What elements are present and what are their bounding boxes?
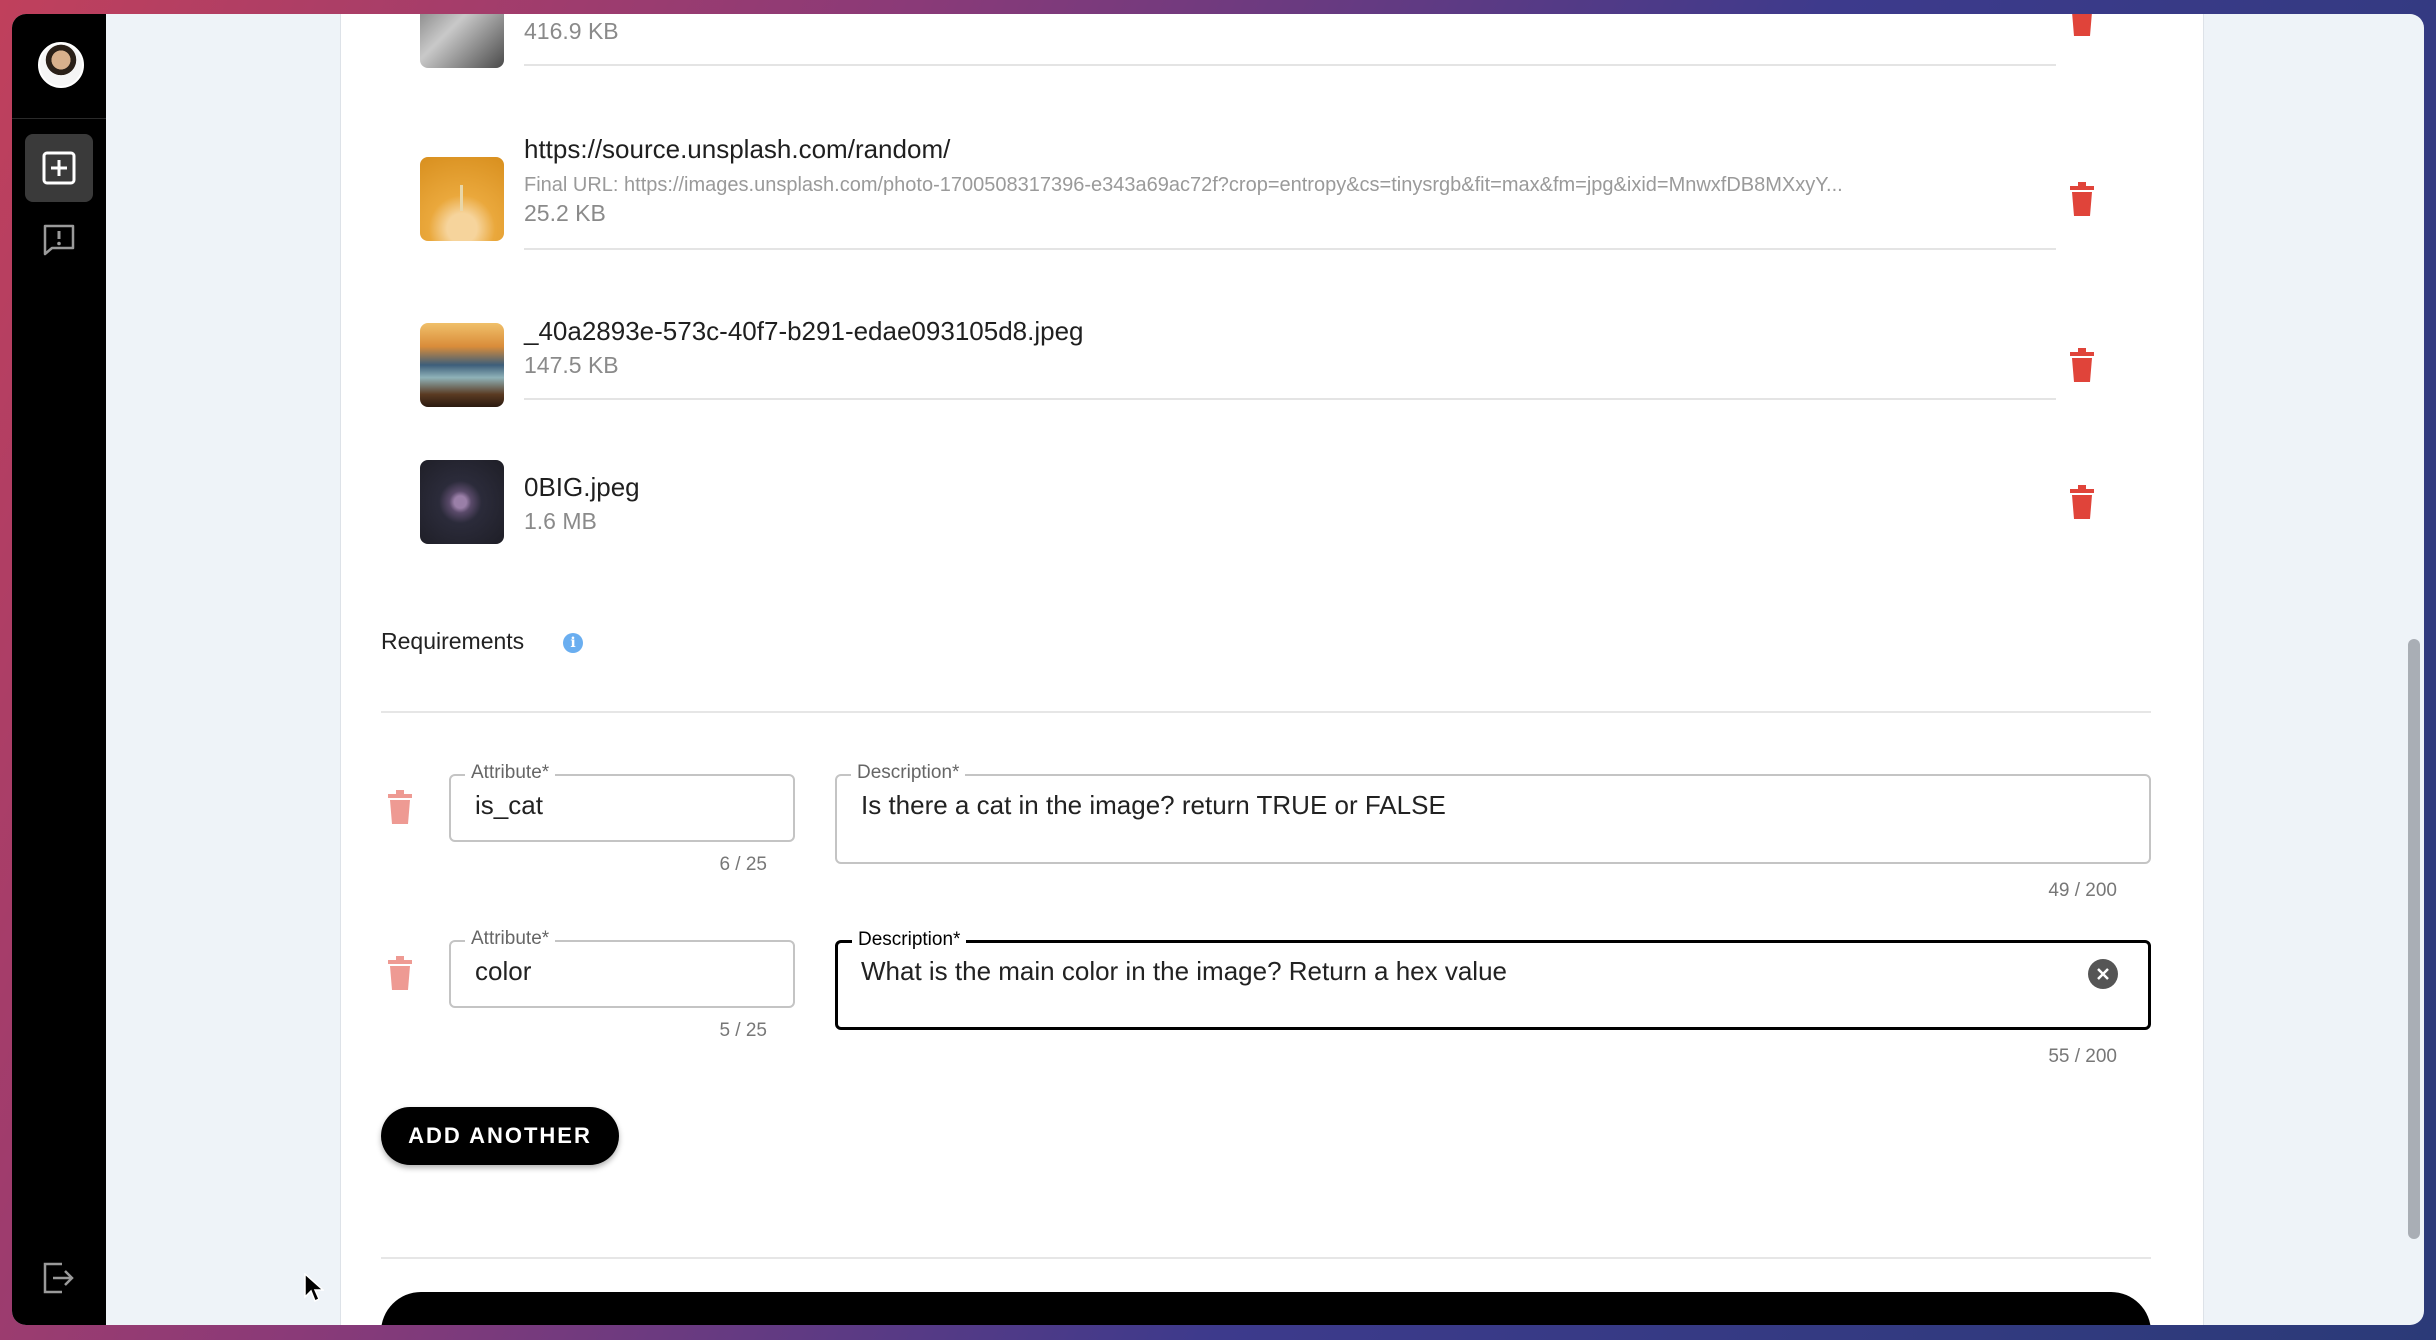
attribute-char-count: 6 / 25 <box>719 854 767 875</box>
trash-icon[interactable] <box>2068 348 2096 382</box>
feedback-button[interactable] <box>25 206 93 274</box>
file-divider <box>524 398 2056 400</box>
scrollbar[interactable] <box>2402 14 2424 1325</box>
file-size: 25.2 KB <box>524 200 606 226</box>
logout-icon <box>43 1262 74 1294</box>
description-value: Is there a cat in the image? return TRUE… <box>861 790 1446 820</box>
feedback-icon <box>43 224 75 256</box>
trash-icon[interactable] <box>386 956 414 990</box>
file-thumbnail <box>420 323 504 407</box>
section-divider <box>381 1257 2151 1259</box>
file-divider <box>524 248 2056 250</box>
trash-icon[interactable] <box>386 790 414 824</box>
file-final-url: Final URL: https://images.unsplash.com/p… <box>524 174 1843 196</box>
app-window: 416.9 KB https://source.unsplash.com/ran… <box>12 14 2424 1325</box>
attribute-value: color <box>475 956 532 986</box>
file-name: https://source.unsplash.com/random/ <box>524 134 951 164</box>
attribute-field[interactable]: Attribute* color <box>449 928 795 1008</box>
trash-icon[interactable] <box>2068 14 2096 36</box>
description-char-count: 49 / 200 <box>2048 880 2117 901</box>
description-label: Description* <box>851 762 966 784</box>
file-name: _40a2893e-573c-40f7-b291-edae093105d8.jp… <box>524 316 1084 346</box>
logout-button[interactable] <box>25 1244 93 1312</box>
new-job-button[interactable] <box>25 134 93 202</box>
sidebar <box>12 14 106 1325</box>
scrollbar-thumb[interactable] <box>2408 639 2420 1239</box>
file-divider <box>524 64 2056 66</box>
description-field[interactable]: Description* Is there a cat in the image… <box>835 762 2151 864</box>
clear-icon <box>2097 968 2109 980</box>
info-icon[interactable]: i <box>563 633 583 653</box>
attribute-char-count: 5 / 25 <box>719 1020 767 1041</box>
file-size: 1.6 MB <box>524 508 597 534</box>
file-size: 416.9 KB <box>524 18 619 44</box>
file-name: 0BIG.jpeg <box>524 472 640 502</box>
add-another-button[interactable]: ADD ANOTHER <box>381 1107 619 1165</box>
file-thumbnail <box>420 460 504 544</box>
file-thumbnail <box>420 157 504 241</box>
clear-button[interactable] <box>2088 959 2118 989</box>
attribute-label: Attribute* <box>465 928 556 950</box>
description-field[interactable]: Description* What is the main color in t… <box>835 929 2151 1030</box>
avatar[interactable] <box>38 42 84 88</box>
mouse-cursor-icon <box>304 1273 324 1303</box>
requirements-title: Requirements <box>381 628 525 654</box>
attribute-value: is_cat <box>475 790 543 820</box>
attribute-field[interactable]: Attribute* is_cat <box>449 762 795 842</box>
attribute-label: Attribute* <box>465 762 556 784</box>
section-divider <box>381 711 2151 713</box>
sidebar-divider <box>12 118 106 119</box>
description-value: What is the main color in the image? Ret… <box>861 956 1508 986</box>
submit-button[interactable] <box>381 1292 2151 1325</box>
description-label: Description* <box>852 929 967 951</box>
add-square-icon <box>42 151 76 185</box>
trash-icon[interactable] <box>2068 182 2096 216</box>
file-size: 147.5 KB <box>524 352 619 378</box>
trash-icon[interactable] <box>2068 485 2096 519</box>
description-char-count: 55 / 200 <box>2048 1046 2117 1067</box>
job-form-panel: 416.9 KB https://source.unsplash.com/ran… <box>340 14 2204 1325</box>
file-thumbnail <box>420 14 504 68</box>
